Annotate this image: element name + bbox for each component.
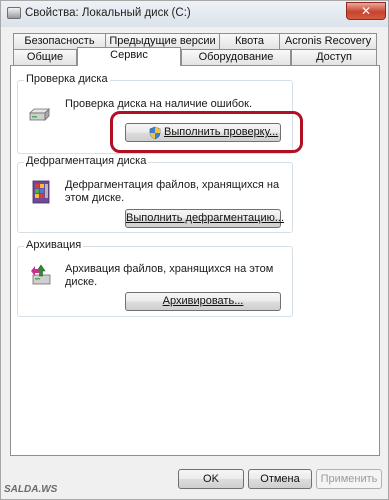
defrag-description: Дефрагментация файлов, хранящихся на это… [65,179,280,204]
defrag-icon [32,180,50,204]
ok-button[interactable]: OK [178,469,244,489]
backup-group: Архивация Архивация файлов, хранящихся н… [17,239,293,317]
drive-icon [7,7,21,19]
tab-service[interactable]: Сервис [77,47,181,66]
tab-sharing[interactable]: Доступ [291,49,377,66]
window-title: Свойства: Локальный диск (C:) [25,7,191,19]
run-check-button[interactable]: Выполнить проверку... [125,123,281,142]
properties-window: Свойства: Локальный диск (C:) ✕ Безопасн… [0,0,389,500]
shield-icon [149,126,161,140]
apply-button[interactable]: Применить [316,469,382,489]
close-button[interactable]: ✕ [346,2,386,20]
title-bar[interactable]: Свойства: Локальный диск (C:) ✕ [1,1,388,27]
defrag-group: Дефрагментация диска Дефрагментация файл… [17,155,293,233]
defrag-title: Дефрагментация диска [24,155,149,167]
backup-title: Архивация [24,239,84,251]
backup-button-label: Архивировать... [162,295,244,307]
tab-hardware[interactable]: Оборудование [181,49,291,66]
run-defrag-button[interactable]: Выполнить дефрагментацию... [125,209,285,228]
backup-button[interactable]: Архивировать... [125,292,281,311]
cancel-button[interactable]: Отмена [248,469,312,489]
disk-check-title: Проверка диска [24,73,110,85]
run-check-label: Выполнить проверку... [164,126,279,138]
drive-icon [29,108,50,121]
watermark: SALDA.WS [4,484,58,495]
run-defrag-label: Выполнить дефрагментацию... [126,212,285,224]
backup-icon [31,264,51,285]
service-tab-panel: Проверка диска Проверка диска на наличие… [10,65,380,456]
backup-description: Архивация файлов, хранящихся на этом дис… [65,263,274,288]
tab-quota[interactable]: Квота [219,33,280,50]
tab-general[interactable]: Общие [13,49,77,66]
disk-check-group: Проверка диска Проверка диска на наличие… [17,73,293,154]
tab-acronis-recovery[interactable]: Acronis Recovery [279,33,377,50]
disk-check-description: Проверка диска на наличие ошибок. [65,98,253,110]
